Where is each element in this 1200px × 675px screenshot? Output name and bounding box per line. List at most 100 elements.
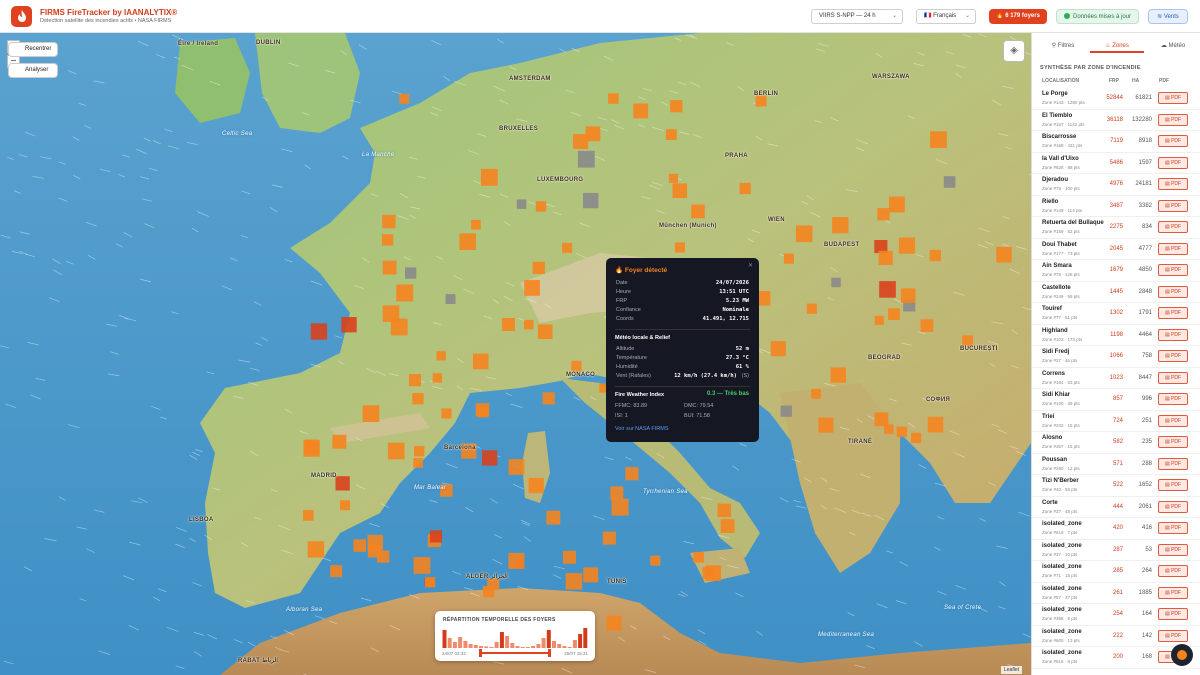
tab-meteo[interactable]: ☁ Météo xyxy=(1150,39,1196,53)
pdf-download-button[interactable]: ▤ PDF xyxy=(1158,242,1188,255)
fire-marker[interactable] xyxy=(878,250,893,265)
zone-row[interactable]: isolated_zone Zone #368 · 8 pts 254 164 ▤ PD… xyxy=(1032,604,1200,626)
fire-marker[interactable] xyxy=(478,407,489,418)
fire-marker[interactable] xyxy=(602,531,616,545)
fire-marker[interactable] xyxy=(413,557,431,574)
map-view[interactable]: Éire / Ireland DUBLIN AMSTERDAM BERLIN W… xyxy=(0,33,1031,675)
zone-row[interactable]: Sidi Fredj Zone #27 · 46 pts 1066 758 ▤ PDF xyxy=(1032,346,1200,368)
fire-marker[interactable] xyxy=(898,237,916,254)
fire-marker[interactable] xyxy=(528,477,544,494)
fire-marker[interactable] xyxy=(831,277,841,288)
fire-marker[interactable] xyxy=(573,134,589,149)
fire-marker[interactable] xyxy=(563,550,576,564)
fire-marker[interactable] xyxy=(577,150,595,168)
pdf-download-button[interactable]: ▤ PDF xyxy=(1158,350,1188,362)
fire-marker[interactable] xyxy=(672,183,688,198)
zone-row[interactable]: Doui Thabet Zone #177 · 73 pts 2045 4777 ▤ P… xyxy=(1032,239,1200,260)
pdf-download-button[interactable]: ▤ PDF xyxy=(1158,307,1188,319)
tab-zones[interactable]: ♨ Zones xyxy=(1090,39,1144,53)
fire-marker[interactable] xyxy=(674,242,685,253)
pdf-download-button[interactable]: ▤ PDF xyxy=(1158,565,1188,577)
fire-marker[interactable] xyxy=(783,253,794,264)
fire-marker[interactable] xyxy=(665,129,677,140)
pdf-download-button[interactable]: ▤ PDF xyxy=(1158,371,1188,384)
fire-marker[interactable] xyxy=(340,500,350,511)
zone-row[interactable]: Correns Zone #164 · 53 pts 1023 8447 ▤ PDF xyxy=(1032,368,1200,389)
fire-marker[interactable] xyxy=(874,412,889,427)
timeline-range-track[interactable] xyxy=(480,652,550,654)
fire-marker[interactable] xyxy=(770,341,786,357)
zone-row[interactable]: Tizi N'Berber Zone #40 · 55 pts 522 1652 ▤ P… xyxy=(1032,475,1200,497)
fire-marker[interactable] xyxy=(562,242,573,253)
fire-marker[interactable] xyxy=(927,416,944,433)
fire-marker[interactable] xyxy=(310,323,328,340)
fire-marker[interactable] xyxy=(889,196,905,213)
tab-filtres[interactable]: ⚲ Filtres xyxy=(1040,39,1086,53)
fire-marker[interactable] xyxy=(353,539,366,552)
fire-marker[interactable] xyxy=(929,249,941,262)
zone-row[interactable]: Retuerta del Bullaque Zone #159 · 52 pts 2… xyxy=(1032,217,1200,239)
fire-marker[interactable] xyxy=(441,408,452,419)
fire-marker[interactable] xyxy=(535,201,547,212)
fire-marker[interactable] xyxy=(524,280,540,296)
zone-row[interactable]: isolated_zone Zone #600 · 13 pts 222 142 ▤ P… xyxy=(1032,626,1200,647)
pdf-download-button[interactable]: ▤ PDF xyxy=(1158,436,1188,448)
zone-row[interactable]: Ain Smara Zone #76 · 125 pts 1679 4850 ▤ PDF xyxy=(1032,260,1200,282)
pdf-download-button[interactable]: ▤ PDF xyxy=(1158,500,1188,513)
fire-marker[interactable] xyxy=(304,439,319,454)
fire-marker[interactable] xyxy=(516,199,527,209)
nasa-firms-link[interactable]: Voir sur NASA FIRMS xyxy=(615,426,669,432)
pdf-download-button[interactable]: ▤ PDF xyxy=(1158,414,1188,427)
fire-marker[interactable] xyxy=(610,486,624,500)
fire-marker[interactable] xyxy=(830,367,846,383)
fire-marker[interactable] xyxy=(720,519,735,533)
vents-toggle-button[interactable]: ≋ Vents xyxy=(1148,9,1188,24)
fire-marker[interactable] xyxy=(483,586,495,598)
close-icon[interactable]: ✕ xyxy=(748,262,753,269)
pdf-download-button[interactable]: ▤ PDF xyxy=(1158,156,1188,169)
fire-marker[interactable] xyxy=(633,103,649,119)
fire-marker[interactable] xyxy=(962,335,973,347)
fire-marker[interactable] xyxy=(436,351,446,361)
zone-row[interactable]: isolated_zone Zone #37 · 10 pts 287 53 ▤ PDF xyxy=(1032,540,1200,561)
analyze-button[interactable]: Analyser xyxy=(8,63,58,78)
language-select[interactable]: 🇫🇷 Français ⌄ xyxy=(916,9,976,24)
fire-marker[interactable] xyxy=(755,95,767,107)
fire-marker[interactable] xyxy=(780,405,792,417)
fire-marker[interactable] xyxy=(606,615,622,631)
fire-marker[interactable] xyxy=(693,551,704,563)
fire-marker[interactable] xyxy=(508,552,525,569)
zone-row[interactable]: Poussan Zone #280 · 12 pts 571 288 ▤ PDF xyxy=(1032,454,1200,475)
zone-row[interactable]: Biscarrosse Zone #168 · 421 pts 7119 8918 ▤ … xyxy=(1032,131,1200,153)
fire-marker[interactable] xyxy=(911,432,922,443)
zone-row[interactable]: isolated_zone Zone #71 · 15 pts 285 264 ▤ PD… xyxy=(1032,561,1200,583)
fire-marker[interactable] xyxy=(480,168,498,186)
fire-marker[interactable] xyxy=(542,392,555,405)
fire-marker[interactable] xyxy=(920,319,934,332)
fire-marker[interactable] xyxy=(996,247,1012,263)
fire-marker[interactable] xyxy=(546,510,561,525)
fire-marker[interactable] xyxy=(874,315,884,325)
fire-marker[interactable] xyxy=(482,450,498,466)
fire-marker[interactable] xyxy=(524,319,534,330)
zone-row[interactable]: Highland Zone #103 · 173 pts 1198 4464 ▤ PDF xyxy=(1032,325,1200,346)
fire-marker[interactable] xyxy=(650,555,661,566)
zone-row[interactable]: isolated_zone Zone #57 · 27 pts 261 1885 ▤ P… xyxy=(1032,583,1200,604)
fire-marker[interactable] xyxy=(399,93,410,104)
pdf-download-button[interactable]: ▤ PDF xyxy=(1158,457,1188,470)
fire-marker[interactable] xyxy=(387,442,405,460)
assistant-fab-button[interactable] xyxy=(1171,644,1193,666)
recenter-button[interactable]: Recentrer xyxy=(8,42,58,57)
pdf-download-button[interactable]: ▤ PDF xyxy=(1158,608,1188,620)
zone-row[interactable]: Alosno Zone #357 · 15 pts 582 235 ▤ PDF xyxy=(1032,432,1200,454)
fire-marker[interactable] xyxy=(705,565,722,581)
fire-marker[interactable] xyxy=(341,317,357,333)
pdf-download-button[interactable]: ▤ PDF xyxy=(1158,178,1188,190)
zone-row[interactable]: isolated_zone Zone #518 · 7 pts 420 416 ▤ PD… xyxy=(1032,518,1200,540)
fire-marker[interactable] xyxy=(381,234,394,246)
fire-marker[interactable] xyxy=(806,303,817,314)
fire-marker[interactable] xyxy=(611,498,629,516)
fire-marker[interactable] xyxy=(405,267,417,279)
zone-row[interactable]: Touiref Zone #77 · 51 pts 1302 1791 ▤ PDF xyxy=(1032,303,1200,325)
pdf-download-button[interactable]: ▤ PDF xyxy=(1158,135,1188,147)
